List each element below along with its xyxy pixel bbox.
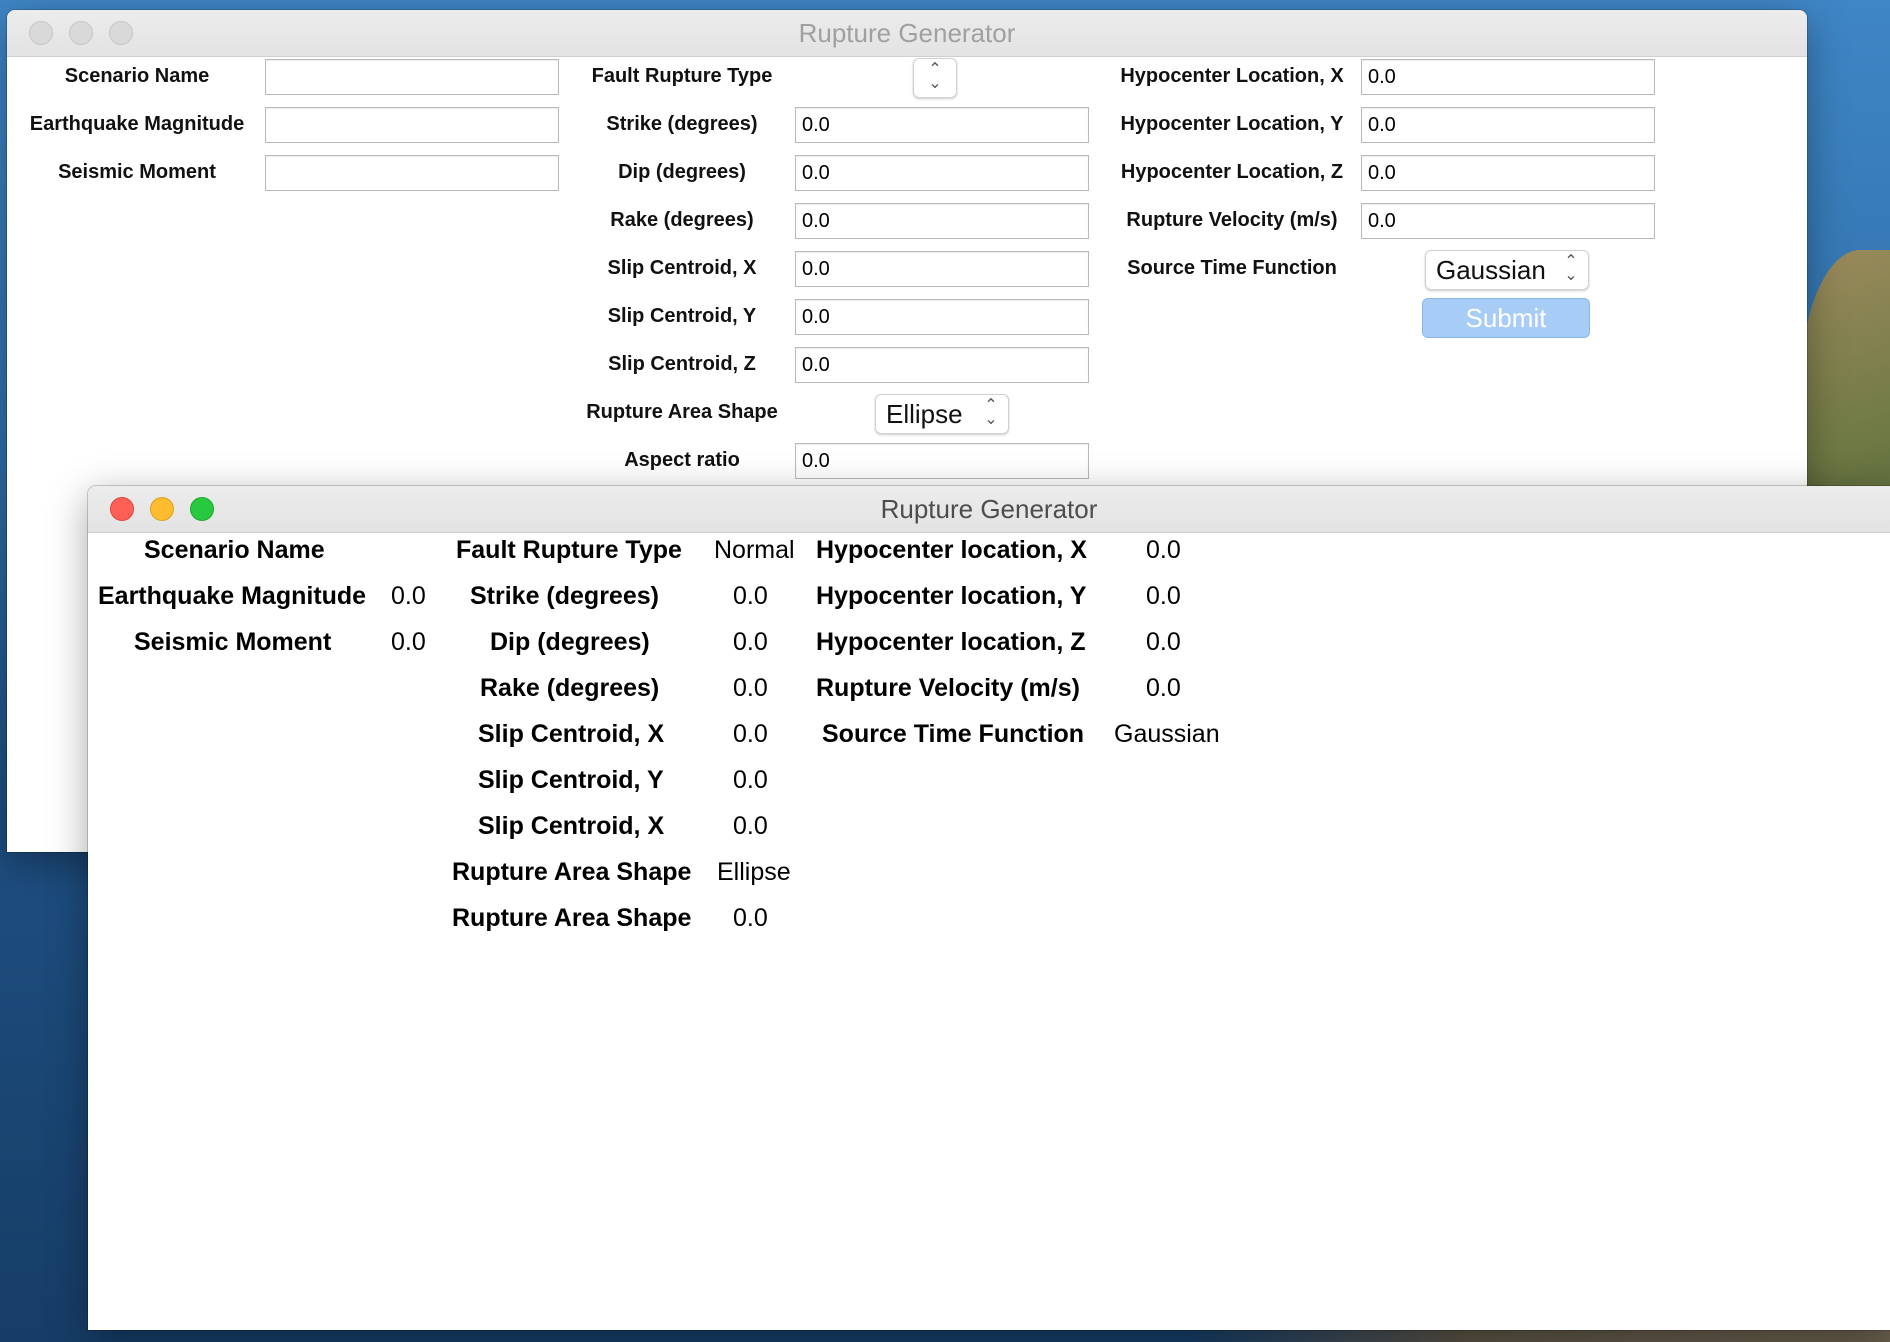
slip-centroid-x-label: Slip Centroid, X [607,257,757,279]
scenario-name-input[interactable] [265,59,559,95]
hypocenter-z-label: Hypocenter Location, Z [1120,161,1344,183]
hypocenter-y-input[interactable]: 0.0 [1361,107,1655,143]
fault-rupture-type-value: Normal [714,536,795,564]
zoom-button[interactable] [109,21,133,45]
earthquake-magnitude-input[interactable] [265,107,559,143]
hypocenter-x-label: Hypocenter location, X [816,536,1087,564]
source-time-function-label: Source Time Function [822,720,1085,748]
rupture-area-shape-label: Rupture Area Shape [586,401,778,423]
rupture-velocity-label: Rupture Velocity (m/s) [816,674,1080,702]
fault-rupture-type-label: Fault Rupture Type [591,65,773,87]
slip-centroid-x-value: 0.0 [733,720,768,748]
seismic-moment-input[interactable] [265,155,559,191]
source-time-function-label: Source Time Function [1127,257,1337,279]
window-controls [110,497,214,521]
hypocenter-x-input[interactable]: 0.0 [1361,59,1655,95]
hypocenter-y-label: Hypocenter Location, Y [1120,113,1344,135]
window-title: Rupture Generator [880,494,1098,524]
strike-input[interactable]: 0.0 [795,107,1089,143]
rupture-area-shape-value: Ellipse [717,858,791,886]
source-time-function-select[interactable]: Gaussian ⌃ ⌄ [1425,250,1589,290]
hypocenter-x-label: Hypocenter Location, X [1120,65,1344,87]
dip-value: 0.0 [733,628,768,656]
dip-label: Dip (degrees) [618,161,746,183]
hypocenter-y-label: Hypocenter location, Y [816,582,1087,610]
strike-label: Strike (degrees) [470,582,659,610]
hypocenter-z-input[interactable]: 0.0 [1361,155,1655,191]
rake-input[interactable]: 0.0 [795,203,1089,239]
close-button[interactable] [110,497,134,521]
rupture-area-shape2-label: Rupture Area Shape [452,904,692,932]
hypocenter-y-value: 0.0 [1146,582,1181,610]
source-time-function-value: Gaussian [1114,720,1220,748]
slip-centroid-y-value: 0.0 [733,766,768,794]
scenario-name-label: Scenario Name [144,536,325,564]
dip-input[interactable]: 0.0 [795,155,1089,191]
earthquake-magnitude-value: 0.0 [391,582,426,610]
slip-centroid-x-input[interactable]: 0.0 [795,251,1089,287]
rake-label: Rake (degrees) [480,674,660,702]
dip-label: Dip (degrees) [490,628,650,656]
chevron-updown-icon: ⌃ ⌄ [1564,253,1578,284]
output-window-titlebar[interactable]: Rupture Generator [88,486,1890,533]
fault-rupture-type-select[interactable]: ⌃ ⌄ [913,58,957,98]
rake-value: 0.0 [733,674,768,702]
chevron-updown-icon: ⌃ ⌄ [928,61,942,92]
output-window: Rupture Generator Scenario Name Earthqua… [88,486,1890,1330]
strike-value: 0.0 [733,582,768,610]
seismic-moment-value: 0.0 [391,628,426,656]
window-controls [29,21,133,45]
zoom-button[interactable] [190,497,214,521]
slip-centroid-z-label: Slip Centroid, Z [608,353,756,375]
slip-centroid-x2-label: Slip Centroid, X [478,812,665,840]
minimize-button[interactable] [150,497,174,521]
hypocenter-z-value: 0.0 [1146,628,1181,656]
fault-rupture-type-label: Fault Rupture Type [456,536,682,564]
seismic-moment-label: Seismic Moment [58,161,216,183]
submit-button[interactable]: Submit [1422,298,1590,338]
rupture-velocity-label: Rupture Velocity (m/s) [1126,209,1338,231]
hypocenter-x-value: 0.0 [1146,536,1181,564]
input-window-titlebar[interactable]: Rupture Generator [7,10,1807,57]
aspect-ratio-input[interactable]: 0.0 [795,443,1089,479]
minimize-button[interactable] [69,21,93,45]
slip-centroid-x-label: Slip Centroid, X [478,720,665,748]
aspect-ratio-label: Aspect ratio [624,449,740,471]
slip-centroid-x2-value: 0.0 [733,812,768,840]
seismic-moment-label: Seismic Moment [134,628,332,656]
hypocenter-z-label: Hypocenter location, Z [816,628,1086,656]
slip-centroid-y-label: Slip Centroid, Y [478,766,664,794]
rupture-velocity-input[interactable]: 0.0 [1361,203,1655,239]
close-button[interactable] [29,21,53,45]
scenario-name-label: Scenario Name [64,65,210,87]
slip-centroid-y-input[interactable]: 0.0 [795,299,1089,335]
earthquake-magnitude-label: Earthquake Magnitude [98,582,367,610]
slip-centroid-y-label: Slip Centroid, Y [607,305,757,327]
rupture-area-shape2-value: 0.0 [733,904,768,932]
strike-label: Strike (degrees) [606,113,758,135]
rake-label: Rake (degrees) [610,209,754,231]
earthquake-magnitude-label: Earthquake Magnitude [29,113,245,135]
window-title: Rupture Generator [798,18,1016,48]
rupture-velocity-value: 0.0 [1146,674,1181,702]
rupture-area-shape-label: Rupture Area Shape [452,858,692,886]
slip-centroid-z-input[interactable]: 0.0 [795,347,1089,383]
rupture-area-shape-select[interactable]: Ellipse ⌃ ⌄ [875,394,1009,434]
chevron-updown-icon: ⌃ ⌄ [984,397,998,428]
